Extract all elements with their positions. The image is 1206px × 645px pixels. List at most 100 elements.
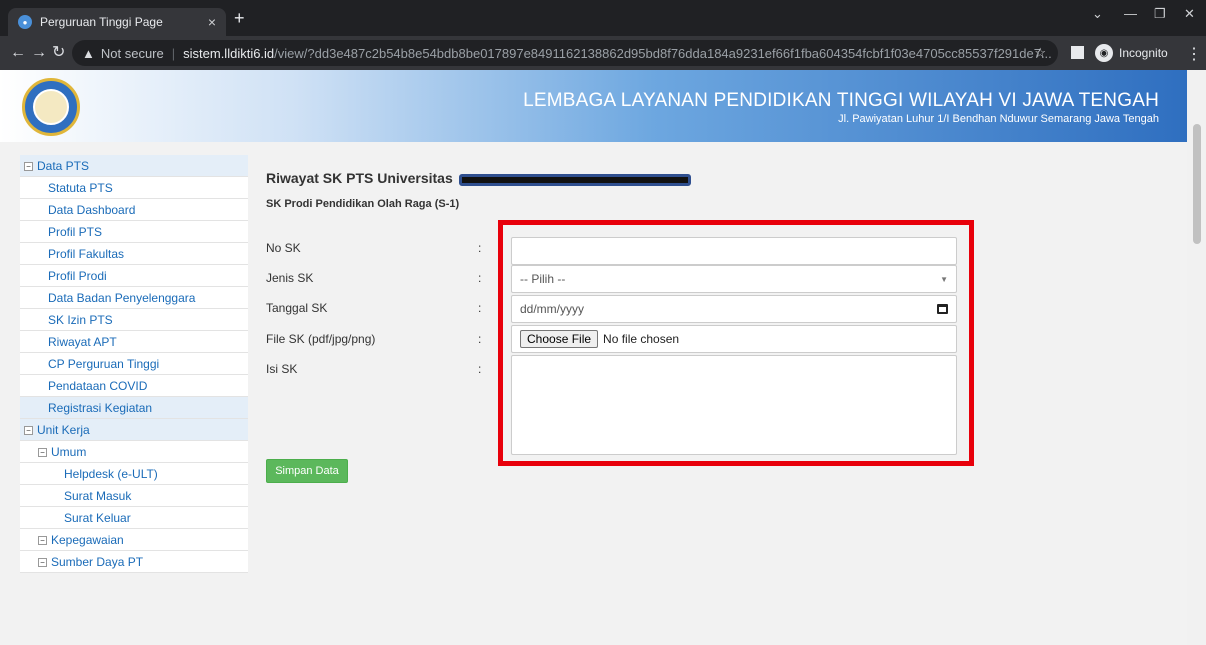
jenis-sk-label: Jenis SK [266,271,314,285]
sidebar-item[interactable]: Helpdesk (e-ULT) [20,463,248,485]
back-icon[interactable]: ← [10,44,26,62]
colon: : [478,301,482,315]
new-tab-button[interactable]: + [234,8,245,28]
header-title: LEMBAGA LAYANAN PENDIDIKAN TINGGI WILAYA… [523,90,1159,111]
date-placeholder: dd/mm/yyyy [520,302,585,316]
scrollbar-thumb[interactable] [1193,124,1201,244]
not-secure-label: Not secure [100,45,164,61]
sidebar-item-label: Unit Kerja [37,423,90,437]
collapse-toggle-icon[interactable]: − [24,162,33,172]
page-subtitle: SK Prodi Pendidikan Olah Raga (S-1) [266,198,460,210]
browser-tab[interactable]: ● Perguruan Tinggi Page × [8,8,226,36]
chevron-down-icon: ▼ [940,274,948,284]
site-favicon-icon: ● [18,15,32,29]
sidebar-item-label: Profil Prodi [48,269,107,283]
sidebar-item-label: Registrasi Kegiatan [48,401,153,415]
tanggal-sk-input[interactable]: dd/mm/yyyy [511,295,957,323]
colon: : [478,271,482,285]
tab-search-icon[interactable]: ⌄ [1092,6,1103,22]
colon: : [478,362,482,376]
sidebar-item-label: Data Dashboard [48,203,136,217]
sidebar-item-label: SK Izin PTS [48,313,113,327]
minimize-icon[interactable]: — [1124,6,1137,21]
jenis-sk-select[interactable]: -- Pilih -- ▼ [511,265,957,293]
tut-wuri-handayani-logo [22,78,80,136]
sidebar-item[interactable]: Data Dashboard [20,199,248,221]
sidebar-item[interactable]: Riwayat APT [20,331,248,353]
page-title: Riwayat SK PTS Universitas [266,170,453,186]
restore-icon[interactable]: ❐ [1154,6,1166,22]
sidebar-item-label: Helpdesk (e-ULT) [64,467,158,481]
calendar-icon[interactable] [937,304,948,314]
address-bar[interactable]: ▲ Not secure | sistem.lldikti6.id /view/… [72,40,1058,66]
incognito-icon: ◉ [1095,44,1113,62]
sidebar-item[interactable]: CP Perguruan Tinggi [20,353,248,375]
sidebar-item-label: Pendataan COVID [48,379,148,393]
no-sk-input[interactable] [511,237,957,265]
warning-icon: ▲ [82,45,95,61]
sidebar-item-label: Data Badan Penyelenggara [48,291,196,305]
sidebar-item[interactable]: Profil Fakultas [20,243,248,265]
sidebar-item-label: Kepegawaian [51,533,124,547]
isi-sk-textarea[interactable] [511,355,957,455]
redaction-bar [459,174,691,186]
sidebar-item-label: Surat Masuk [64,489,132,503]
side-panel-icon[interactable] [1071,46,1084,59]
close-window-icon[interactable]: ✕ [1184,6,1195,22]
colon: : [478,241,482,255]
logo-emblem [33,89,69,125]
sidebar-item[interactable]: SK Izin PTS [20,309,248,331]
simpan-data-button[interactable]: Simpan Data [266,459,348,483]
url-host: sistem.lldikti6.id [183,45,275,61]
sidebar-item[interactable]: − Unit Kerja [20,419,248,441]
url-path: /view/?dd3e487c2b54b8e54bdb8be017897e849… [274,45,1052,61]
sidebar-item[interactable]: − Kepegawaian [20,529,248,551]
sidebar-item-label: Umum [51,445,87,459]
no-sk-label: No SK [266,241,301,255]
tab-close-icon[interactable]: × [208,14,216,30]
file-sk-input[interactable]: Choose File No file chosen [511,325,957,353]
sidebar-item[interactable]: Statuta PTS [20,177,248,199]
tab-title: Perguruan Tinggi Page [40,15,163,29]
star-icon[interactable]: ☆ [1034,45,1046,61]
sidebar-item-label: Sumber Daya PT [51,555,144,569]
file-status: No file chosen [603,332,680,346]
kebab-menu-icon[interactable]: ⋮ [1186,44,1202,64]
sidebar-item[interactable]: Pendataan COVID [20,375,248,397]
browser-toolbar: ← → ↻ ▲ Not secure | sistem.lldikti6.id … [0,36,1206,70]
reload-icon[interactable]: ↻ [52,44,65,62]
sidebar-item-label: Profil PTS [48,225,103,239]
forward-icon[interactable]: → [31,44,47,62]
sidebar-item[interactable]: Surat Keluar [20,507,248,529]
incognito-indicator[interactable]: ◉ Incognito [1095,44,1168,62]
sidebar-item[interactable]: − Sumber Daya PT [20,551,248,573]
page-viewport: LEMBAGA LAYANAN PENDIDIKAN TINGGI WILAYA… [0,70,1187,645]
browser-tab-bar: ● Perguruan Tinggi Page × + ⌄ — ❐ ✕ [0,0,1206,36]
site-header: LEMBAGA LAYANAN PENDIDIKAN TINGGI WILAYA… [0,70,1187,142]
collapse-toggle-icon[interactable]: − [38,536,47,546]
sidebar-item[interactable]: − Data PTS [20,155,248,177]
sidebar-item[interactable]: − Umum [20,441,248,463]
sidebar-menu: − Data PTS Statuta PTS Data Dashboard Profil… [20,155,248,573]
sidebar-item-label: CP Perguruan Tinggi [48,357,160,371]
sidebar-item-label: Surat Keluar [64,511,131,525]
sidebar-item-label: Data PTS [37,159,90,173]
sidebar-item[interactable]: Data Badan Penyelenggara [20,287,248,309]
sidebar-item[interactable]: Profil Prodi [20,265,248,287]
isi-sk-label: Isi SK [266,362,298,376]
header-address: Jl. Pawiyatan Luhur 1/I Bendhan Nduwur S… [838,113,1159,125]
collapse-toggle-icon[interactable]: − [24,426,33,436]
sidebar-item[interactable]: Registrasi Kegiatan [20,397,248,419]
incognito-label: Incognito [1119,46,1168,60]
sidebar-item[interactable]: Surat Masuk [20,485,248,507]
collapse-toggle-icon[interactable]: − [38,558,47,568]
tanggal-sk-label: Tanggal SK [266,301,328,315]
colon: : [478,332,482,346]
sidebar-item-label: Profil Fakultas [48,247,125,261]
sidebar-item-label: Statuta PTS [48,181,113,195]
collapse-toggle-icon[interactable]: − [38,448,47,458]
choose-file-button[interactable]: Choose File [520,330,599,348]
url-separator: | [171,45,176,61]
file-sk-label: File SK (pdf/jpg/png) [266,332,376,346]
sidebar-item[interactable]: Profil PTS [20,221,248,243]
